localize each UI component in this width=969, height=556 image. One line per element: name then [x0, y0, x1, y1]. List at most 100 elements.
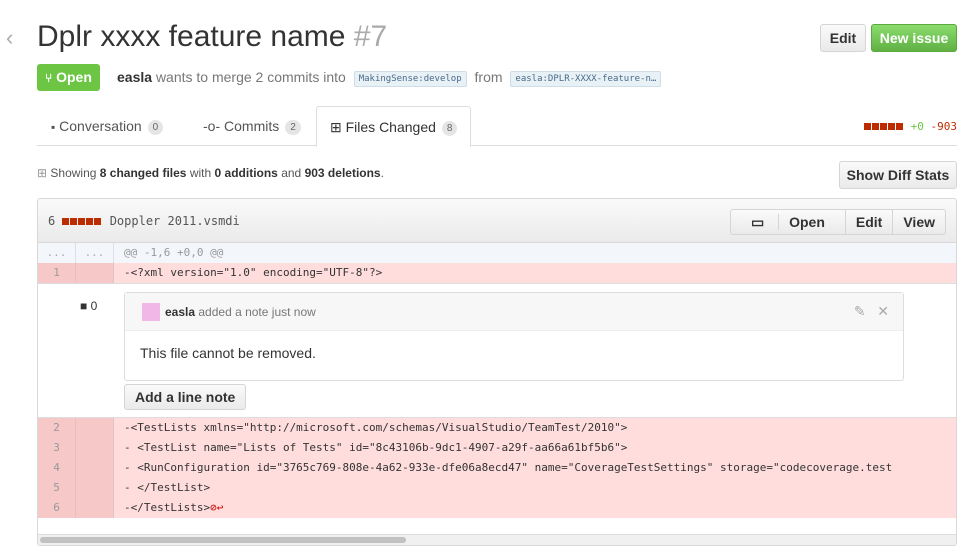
open-button[interactable]: ▭ Open: [731, 210, 845, 234]
line-number[interactable]: 5: [38, 478, 76, 498]
toc-end: .: [380, 166, 384, 180]
hunk-text: @@ -1,6 +0,0 @@: [124, 246, 224, 259]
toc-deletions: 903 deletions: [304, 166, 381, 180]
tab-commits[interactable]: -o- Commits 2: [203, 106, 301, 146]
line-number[interactable]: 1: [38, 263, 76, 283]
line-number-blank: [76, 438, 114, 458]
horizontal-scrollbar[interactable]: [38, 534, 956, 545]
author-link[interactable]: easla: [117, 69, 152, 85]
status-badge: ⑂ Open: [37, 64, 100, 91]
diff-icon: ⊞: [330, 119, 342, 135]
status-label: Open: [56, 69, 92, 85]
comment-author[interactable]: easla: [165, 305, 195, 319]
file-diffstat-blocks: [62, 214, 102, 228]
line-number-blank: [76, 263, 114, 283]
code-text: -</TestLists>⊘↩: [124, 498, 223, 518]
new-issue-button[interactable]: New issue: [871, 24, 957, 52]
toc-files: 8 changed files: [99, 166, 187, 180]
hunk-header: ... ... @@ -1,6 +0,0 @@: [38, 243, 956, 263]
head-branch: easla:DPLR-XXXX-feature-n…: [510, 71, 662, 87]
tab-files-changed[interactable]: ⊞ Files Changed 8: [316, 106, 472, 147]
diff-line-deleted[interactable]: 1 -<?xml version="1.0" encoding="UTF-8"?…: [38, 263, 956, 283]
pr-meta: easla wants to merge 2 commits into Maki…: [117, 69, 665, 87]
comment-icon: ▪: [51, 120, 56, 134]
base-branch: MakingSense:develop: [353, 71, 467, 87]
view-button[interactable]: View: [892, 210, 945, 234]
pencil-icon[interactable]: ✎: [854, 303, 866, 319]
diff-line-deleted[interactable]: 4 - <RunConfiguration id="3765c769-808e-…: [38, 458, 956, 478]
line-number-blank: [76, 418, 114, 438]
line-number[interactable]: 3: [38, 438, 76, 458]
file-diff: 6 Doppler 2011.vsmdi ▭ Open Edit View ..…: [37, 198, 957, 546]
diffstat-blocks: [864, 120, 904, 133]
diff-line-deleted[interactable]: 3 - <TestList name="Lists of Tests" id="…: [38, 438, 956, 458]
close-icon[interactable]: ✕: [877, 303, 889, 319]
pull-request-icon: ⑂: [45, 71, 53, 85]
diffstat-deletions: -903: [930, 120, 958, 133]
pr-tabs: ▪ Conversation 0 -o- Commits 2 ⊞ Files Cha…: [37, 106, 957, 147]
tab-label: Files Changed: [345, 119, 436, 135]
comment-header: easla added a note just now ✎ ✕: [125, 293, 903, 331]
comment-body: This file cannot be removed.: [140, 345, 316, 361]
line-number[interactable]: 6: [38, 498, 76, 518]
comment-action: added a note just now: [198, 305, 316, 319]
file-edit-button[interactable]: Edit: [844, 210, 892, 234]
toc-showing: Showing: [50, 166, 97, 180]
diff-line-deleted[interactable]: 2 -<TestLists xmlns="http://microsoft.co…: [38, 418, 956, 438]
comment-count: ■ 0: [80, 299, 97, 313]
line-number[interactable]: 2: [38, 418, 76, 438]
file-name-line: 6 Doppler 2011.vsmdi: [48, 214, 240, 228]
line-comment-thread: ■ 0 easla added a note just now ✎ ✕ This…: [38, 283, 956, 418]
no-newline-icon: ⊘↩: [210, 501, 224, 514]
from-text: from: [474, 69, 503, 85]
toc-and: and: [281, 166, 302, 180]
comment-meta: easla added a note just now: [165, 305, 316, 319]
code-text: -<TestLists xmlns="http://microsoft.com/…: [124, 421, 628, 434]
code-text: -<?xml version="1.0" encoding="UTF-8"?>: [124, 266, 383, 279]
line-number-blank: [76, 458, 114, 478]
edit-button[interactable]: Edit: [820, 24, 866, 52]
commit-icon: -o-: [203, 118, 221, 134]
tab-label: Commits: [224, 118, 280, 134]
open-label: Open: [778, 214, 835, 230]
line-number-blank: [76, 498, 114, 518]
back-chevron-icon[interactable]: ‹: [6, 27, 22, 49]
comment-bubble-icon: ■: [80, 299, 88, 313]
code-text-value: -</TestLists>: [124, 501, 211, 514]
line-number-blank: [76, 478, 114, 498]
line-number[interactable]: 4: [38, 458, 76, 478]
merge-text: wants to merge 2 commits into: [155, 69, 346, 85]
diffstat: +0 -903: [864, 120, 957, 133]
comment-actions: ✎ ✕: [854, 303, 889, 320]
diff-line-deleted[interactable]: 6 -</TestLists>⊘↩: [38, 498, 956, 518]
show-diff-stats-button[interactable]: Show Diff Stats: [839, 161, 957, 189]
diffstat-additions: +0: [910, 120, 924, 133]
tab-counter: 2: [285, 120, 301, 135]
tab-counter: 8: [441, 121, 458, 136]
pr-title: Dplr xxxx feature name #7: [37, 20, 387, 54]
code-text: - <TestList name="Lists of Tests" id="8c…: [124, 441, 628, 454]
scrollbar-thumb[interactable]: [40, 537, 406, 543]
pr-number: #7: [353, 20, 388, 53]
code-text: - </TestList>: [124, 481, 211, 494]
toc-summary: ⊞ Showing 8 changed files with 0 additio…: [37, 166, 384, 180]
file-diff-icon: ⊞: [37, 166, 48, 180]
line-number-old: ...: [38, 243, 76, 263]
toc-with: with: [189, 166, 212, 180]
diff-line-deleted[interactable]: 5 - </TestList>: [38, 478, 956, 498]
comment-box: easla added a note just now ✎ ✕ This fil…: [124, 292, 904, 381]
monitor-icon: ▭: [750, 214, 765, 230]
pr-title-text: Dplr xxxx feature name: [37, 20, 346, 53]
file-name[interactable]: Doppler 2011.vsmdi: [110, 214, 240, 228]
tab-conversation[interactable]: ▪ Conversation 0: [51, 106, 164, 146]
toc-additions: 0 additions: [214, 166, 278, 180]
tab-label: Conversation: [59, 118, 142, 134]
comment-count-value: 0: [90, 299, 98, 313]
code-text: - <RunConfiguration id="3765c769-808e-4a…: [124, 461, 893, 474]
file-header: 6 Doppler 2011.vsmdi ▭ Open Edit View: [38, 199, 956, 243]
file-actions: ▭ Open Edit View: [729, 209, 946, 235]
avatar[interactable]: [142, 303, 160, 321]
add-line-note-button[interactable]: Add a line note: [124, 384, 247, 410]
line-number-new: ...: [76, 243, 114, 263]
tab-counter: 0: [147, 120, 164, 135]
